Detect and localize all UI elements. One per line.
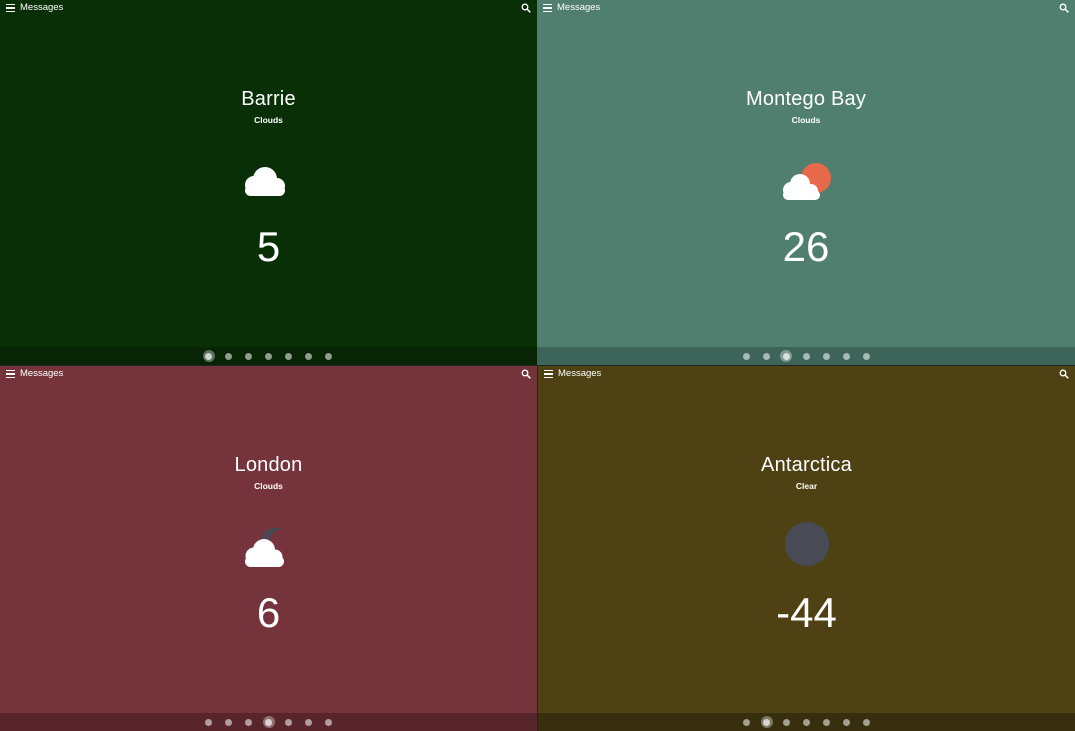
city-name: Montego Bay	[745, 88, 867, 110]
city-name: Barrie	[241, 88, 296, 110]
page-dot-7[interactable]	[862, 352, 870, 360]
page-dot-5[interactable]	[285, 352, 292, 360]
page-dot-2[interactable]	[225, 352, 232, 360]
page-dot-6[interactable]	[843, 718, 850, 726]
page-dot-3[interactable]	[245, 718, 252, 726]
menu-icon[interactable]	[6, 4, 15, 13]
page-dot-4[interactable]	[265, 352, 272, 360]
page-dot-3[interactable]	[780, 350, 792, 362]
page-dot-6[interactable]	[305, 718, 312, 726]
weather-panel-antarctica: Messages Antarctica Clear -44	[538, 366, 1075, 731]
page-dot-4[interactable]	[802, 352, 810, 360]
weather-condition: Clear	[795, 481, 818, 491]
page-indicator	[538, 713, 1075, 731]
page-dot-7[interactable]	[325, 352, 332, 360]
page-dot-7[interactable]	[325, 718, 332, 726]
page-dot-1[interactable]	[742, 352, 750, 360]
page-dot-3[interactable]	[245, 352, 252, 360]
menu-icon[interactable]	[543, 4, 552, 13]
page-dot-1[interactable]	[205, 718, 212, 726]
page-dot-5[interactable]	[822, 352, 830, 360]
page-dot-4[interactable]	[262, 716, 275, 728]
search-icon[interactable]	[1059, 369, 1069, 379]
temperature: -44	[776, 589, 837, 636]
temperature: 26	[782, 223, 830, 270]
weather-panel-montego-bay: Messages Montego Bay Clouds 26	[537, 0, 1075, 365]
page-indicator	[0, 713, 537, 731]
weather-panel-london: Messages London Clouds 6	[0, 366, 537, 731]
page-dot-3[interactable]	[783, 718, 790, 726]
weather-condition: Clouds	[254, 115, 283, 125]
page-indicator	[537, 347, 1075, 365]
temperature: 6	[256, 589, 281, 636]
partly-sunny-icon	[783, 163, 831, 200]
page-dot-6[interactable]	[842, 352, 850, 360]
menu-icon[interactable]	[544, 370, 553, 379]
temperature: 5	[256, 223, 281, 270]
page-dot-7[interactable]	[863, 718, 870, 726]
menu-icon[interactable]	[6, 370, 15, 379]
city-name: London	[234, 454, 303, 476]
top-bar: Messages	[0, 0, 537, 18]
page-dot-1[interactable]	[202, 350, 215, 362]
page-dot-4[interactable]	[803, 718, 810, 726]
cloud-icon	[244, 167, 285, 196]
weather-condition: Clouds	[254, 481, 283, 491]
page-dot-2[interactable]	[760, 716, 773, 728]
page-dot-1[interactable]	[743, 718, 750, 726]
topbar-title[interactable]: Messages	[558, 368, 601, 379]
weather-panel-barrie: Messages Barrie Clouds 5	[0, 0, 537, 365]
topbar-title[interactable]: Messages	[20, 2, 63, 13]
search-icon[interactable]	[521, 3, 531, 13]
moon-icon	[784, 522, 829, 566]
page-dot-2[interactable]	[762, 352, 770, 360]
search-icon[interactable]	[521, 369, 531, 379]
top-bar: Messages	[537, 0, 1075, 18]
weather-condition: Clouds	[791, 115, 821, 125]
search-icon[interactable]	[1059, 3, 1069, 13]
page-dot-5[interactable]	[285, 718, 292, 726]
city-name: Antarctica	[761, 454, 852, 476]
page-indicator	[0, 347, 537, 365]
page-dot-2[interactable]	[225, 718, 232, 726]
topbar-title[interactable]: Messages	[20, 368, 63, 379]
top-bar: Messages	[0, 366, 537, 384]
cloud-night-icon	[244, 527, 284, 567]
top-bar: Messages	[538, 366, 1075, 384]
page-dot-6[interactable]	[305, 352, 312, 360]
topbar-title[interactable]: Messages	[557, 2, 600, 13]
page-dot-5[interactable]	[823, 718, 830, 726]
